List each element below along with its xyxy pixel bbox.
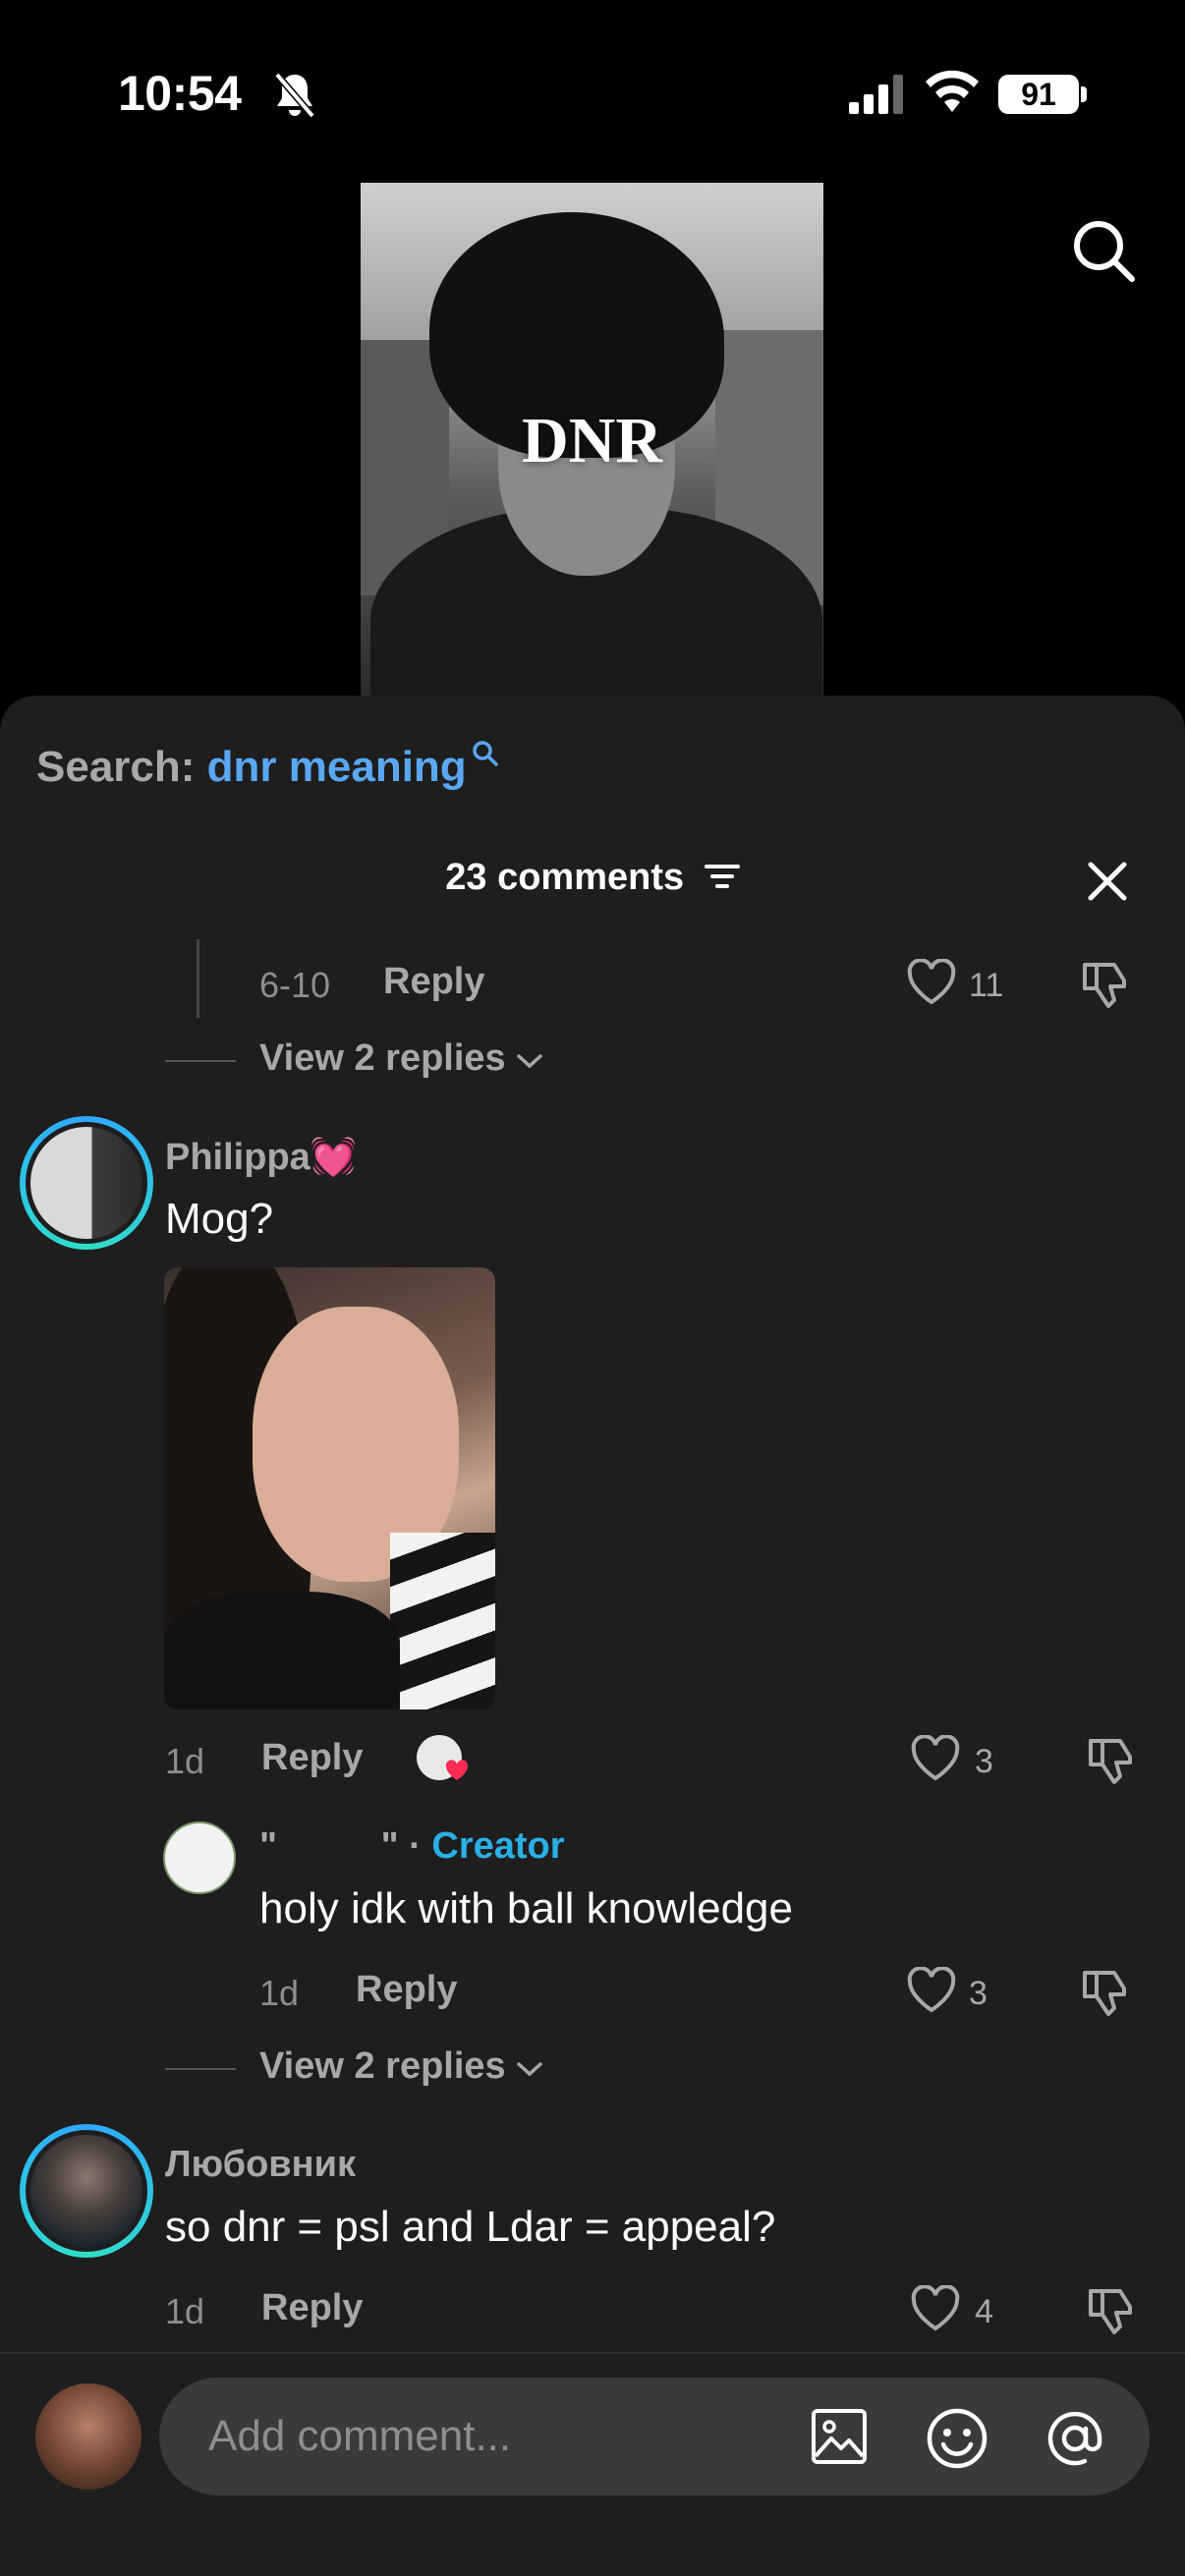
reply-username-text: " " bbox=[259, 1825, 399, 1867]
avatar-image bbox=[26, 2130, 147, 2252]
heart-icon[interactable] bbox=[906, 1967, 957, 2014]
avatar-lyubovnik[interactable] bbox=[20, 2124, 153, 2258]
comment-input[interactable] bbox=[208, 2378, 798, 2495]
comment-date: 1d bbox=[165, 2291, 205, 2331]
comments-header: 23 comments bbox=[0, 857, 1185, 899]
view-replies-label: View 2 replies bbox=[259, 2045, 506, 2087]
reply-button[interactable]: Reply bbox=[261, 2287, 363, 2329]
comment-composer bbox=[0, 2352, 1185, 2576]
search-icon[interactable] bbox=[1069, 216, 1138, 285]
like-count: 3 bbox=[975, 1743, 993, 1780]
battery-cap bbox=[1081, 86, 1087, 102]
like-count: 3 bbox=[969, 1975, 988, 2012]
my-avatar[interactable] bbox=[35, 2383, 141, 2490]
like-count: 11 bbox=[969, 967, 1004, 1004]
search-suggestion[interactable]: Search: dnr meaning bbox=[36, 741, 500, 792]
comment-date: 1d bbox=[165, 1741, 205, 1781]
comment-photo[interactable] bbox=[164, 1267, 495, 1709]
search-prefix: Search: bbox=[36, 743, 196, 791]
heart-icon[interactable] bbox=[906, 959, 957, 1006]
photo-top bbox=[164, 1592, 400, 1709]
comment-date: 6-10 bbox=[259, 965, 331, 1005]
cell-signal-icon bbox=[849, 75, 903, 114]
status-time: 10:54 bbox=[118, 66, 242, 121]
sort-filter-icon[interactable] bbox=[704, 862, 740, 891]
close-icon[interactable] bbox=[1083, 857, 1132, 906]
chevron-down-icon bbox=[517, 2062, 542, 2077]
battery-level: 91 bbox=[998, 75, 1079, 114]
bell-muted-icon bbox=[274, 72, 315, 119]
dislike-icon[interactable] bbox=[1087, 2285, 1142, 2336]
avatar-creator[interactable] bbox=[163, 1821, 236, 1894]
search-mini-icon bbox=[472, 741, 498, 766]
comment-date: 1d bbox=[259, 1973, 300, 2013]
creator-badge: Creator bbox=[431, 1825, 565, 1867]
like-count: 4 bbox=[975, 2293, 993, 2330]
heart-icon[interactable] bbox=[910, 1735, 961, 1782]
mention-icon[interactable] bbox=[1044, 2407, 1106, 2470]
view-replies-button[interactable]: View 2 replies bbox=[259, 1037, 543, 1080]
photo-stripes bbox=[390, 1533, 495, 1709]
avatar-philippa[interactable] bbox=[20, 1116, 153, 1250]
view-replies-line bbox=[165, 1060, 236, 1062]
comment-text: Mog? bbox=[165, 1195, 274, 1243]
heart-badge-icon bbox=[445, 1760, 469, 1780]
avatar-image bbox=[26, 1122, 147, 1244]
wifi-icon bbox=[926, 70, 979, 112]
emoji-icon[interactable] bbox=[926, 2407, 988, 2470]
view-replies-line bbox=[165, 2068, 236, 2070]
comments-count: 23 comments bbox=[445, 857, 685, 898]
comment-username[interactable]: Любовник bbox=[165, 2144, 356, 2186]
view-replies-button[interactable]: View 2 replies bbox=[259, 2045, 543, 2088]
dislike-icon[interactable] bbox=[1081, 959, 1136, 1010]
comment-username[interactable]: Philippa💓 bbox=[165, 1136, 357, 1179]
reply-username[interactable]: " " · Creator bbox=[259, 1825, 565, 1868]
comments-sheet: Search: dnr meaning 23 comments 6-10 Rep… bbox=[0, 696, 1185, 2576]
comment-text: so dnr = psl and Ldar = appeal? bbox=[165, 2203, 776, 2251]
comment-input-container[interactable] bbox=[159, 2378, 1150, 2495]
heart-icon[interactable] bbox=[910, 2285, 961, 2332]
reply-button[interactable]: Reply bbox=[383, 961, 484, 1003]
reply-button[interactable]: Reply bbox=[356, 1969, 457, 2011]
video-overlay-text: DNR bbox=[522, 405, 662, 476]
reply-text: holy idk with ball knowledge bbox=[259, 1884, 793, 1932]
chevron-down-icon bbox=[517, 1054, 542, 1069]
reply-separator: · bbox=[409, 1825, 422, 1867]
image-icon[interactable] bbox=[810, 2407, 869, 2466]
thread-line bbox=[197, 939, 199, 1018]
reply-button[interactable]: Reply bbox=[261, 1737, 363, 1779]
search-term-link[interactable]: dnr meaning bbox=[207, 743, 467, 791]
status-bar: 10:54 91 bbox=[0, 0, 1185, 177]
dislike-icon[interactable] bbox=[1081, 1967, 1136, 2018]
dislike-icon[interactable] bbox=[1087, 1735, 1142, 1786]
view-replies-label: View 2 replies bbox=[259, 1037, 506, 1079]
video-player[interactable]: DNR bbox=[361, 183, 823, 698]
